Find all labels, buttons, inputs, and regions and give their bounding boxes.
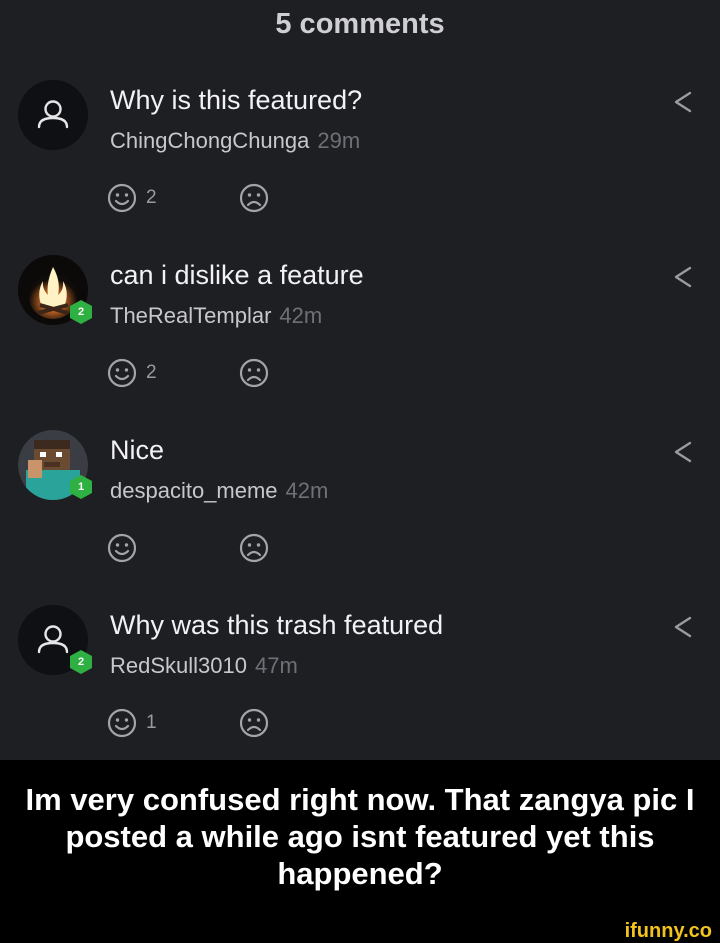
smile-icon — [107, 533, 137, 563]
comment-meta: TheRealTemplar 42m — [110, 301, 322, 331]
username-link[interactable]: RedSkull3010 — [110, 653, 247, 678]
username-link[interactable]: ChingChongChunga — [110, 128, 309, 153]
smile-icon — [107, 358, 137, 388]
comment-meta: ChingChongChunga 29m — [110, 126, 360, 156]
comment-text: can i dislike a feature — [110, 260, 364, 290]
level-badge: 2 — [68, 649, 94, 675]
share-icon — [674, 616, 692, 638]
ifunny-watermark: ifunny.co — [624, 920, 712, 942]
unsmile-button[interactable] — [238, 180, 270, 216]
share-button[interactable] — [668, 90, 698, 114]
sad-face-icon — [239, 358, 269, 388]
smile-button[interactable]: 2 — [106, 180, 157, 216]
sad-face-icon — [239, 533, 269, 563]
avatar[interactable]: 2 — [18, 255, 92, 325]
comment-text: Nice — [110, 435, 165, 465]
share-icon — [674, 91, 692, 113]
sad-face-icon — [239, 183, 269, 213]
comment-time: 29m — [317, 128, 361, 153]
avatar[interactable] — [18, 80, 88, 150]
level-number: 1 — [77, 481, 85, 493]
caption-text: Im very confused right now. That zangya … — [25, 782, 695, 891]
watermark-bar: ifunny.co — [0, 920, 720, 943]
share-button[interactable] — [668, 615, 698, 639]
comment-text: Why is this featured? — [110, 85, 363, 115]
level-number: 2 — [77, 306, 85, 318]
smile-button[interactable]: 1 — [106, 705, 157, 741]
comments-count-title: 5 comments — [275, 8, 445, 40]
default-user-icon — [18, 80, 88, 150]
share-button[interactable] — [668, 265, 698, 289]
smile-icon — [107, 708, 137, 738]
share-icon — [674, 441, 692, 463]
share-icon — [674, 266, 692, 288]
comment-time: 47m — [254, 653, 298, 678]
smile-count: 2 — [146, 187, 157, 208]
level-badge: 1 — [68, 474, 94, 500]
comment-time: 42m — [285, 478, 329, 503]
smile-count: 2 — [146, 362, 157, 383]
caption-panel: Im very confused right now. That zangya … — [0, 760, 720, 922]
comment-item: 1 Nice despacito_meme 42m — [0, 430, 720, 605]
username-link[interactable]: despacito_meme — [110, 478, 278, 503]
comment-meta: despacito_meme 42m — [110, 476, 328, 506]
comment-time: 42m — [279, 303, 323, 328]
level-number: 2 — [77, 656, 85, 668]
smile-button[interactable] — [106, 530, 146, 566]
avatar[interactable]: 2 — [18, 605, 92, 675]
comment-meta: RedSkull3010 47m — [110, 651, 298, 681]
smile-button[interactable]: 2 — [106, 355, 157, 391]
comment-item: 2 can i dislike a feature TheRealTemplar… — [0, 255, 720, 430]
comment-text: Why was this trash featured — [110, 610, 444, 640]
comment-item: 2 Why was this trash featured RedSkull30… — [0, 605, 720, 780]
comment-item: Why is this featured? ChingChongChunga 29… — [0, 80, 720, 255]
sad-face-icon — [239, 708, 269, 738]
comments-header: 5 comments — [0, 0, 720, 48]
level-badge: 2 — [68, 299, 94, 325]
smile-icon — [107, 183, 137, 213]
unsmile-button[interactable] — [238, 355, 270, 391]
username-link[interactable]: TheRealTemplar — [110, 303, 271, 328]
share-button[interactable] — [668, 440, 698, 464]
smile-count: 1 — [146, 712, 157, 733]
unsmile-button[interactable] — [238, 530, 270, 566]
avatar[interactable]: 1 — [18, 430, 92, 500]
unsmile-button[interactable] — [238, 705, 270, 741]
